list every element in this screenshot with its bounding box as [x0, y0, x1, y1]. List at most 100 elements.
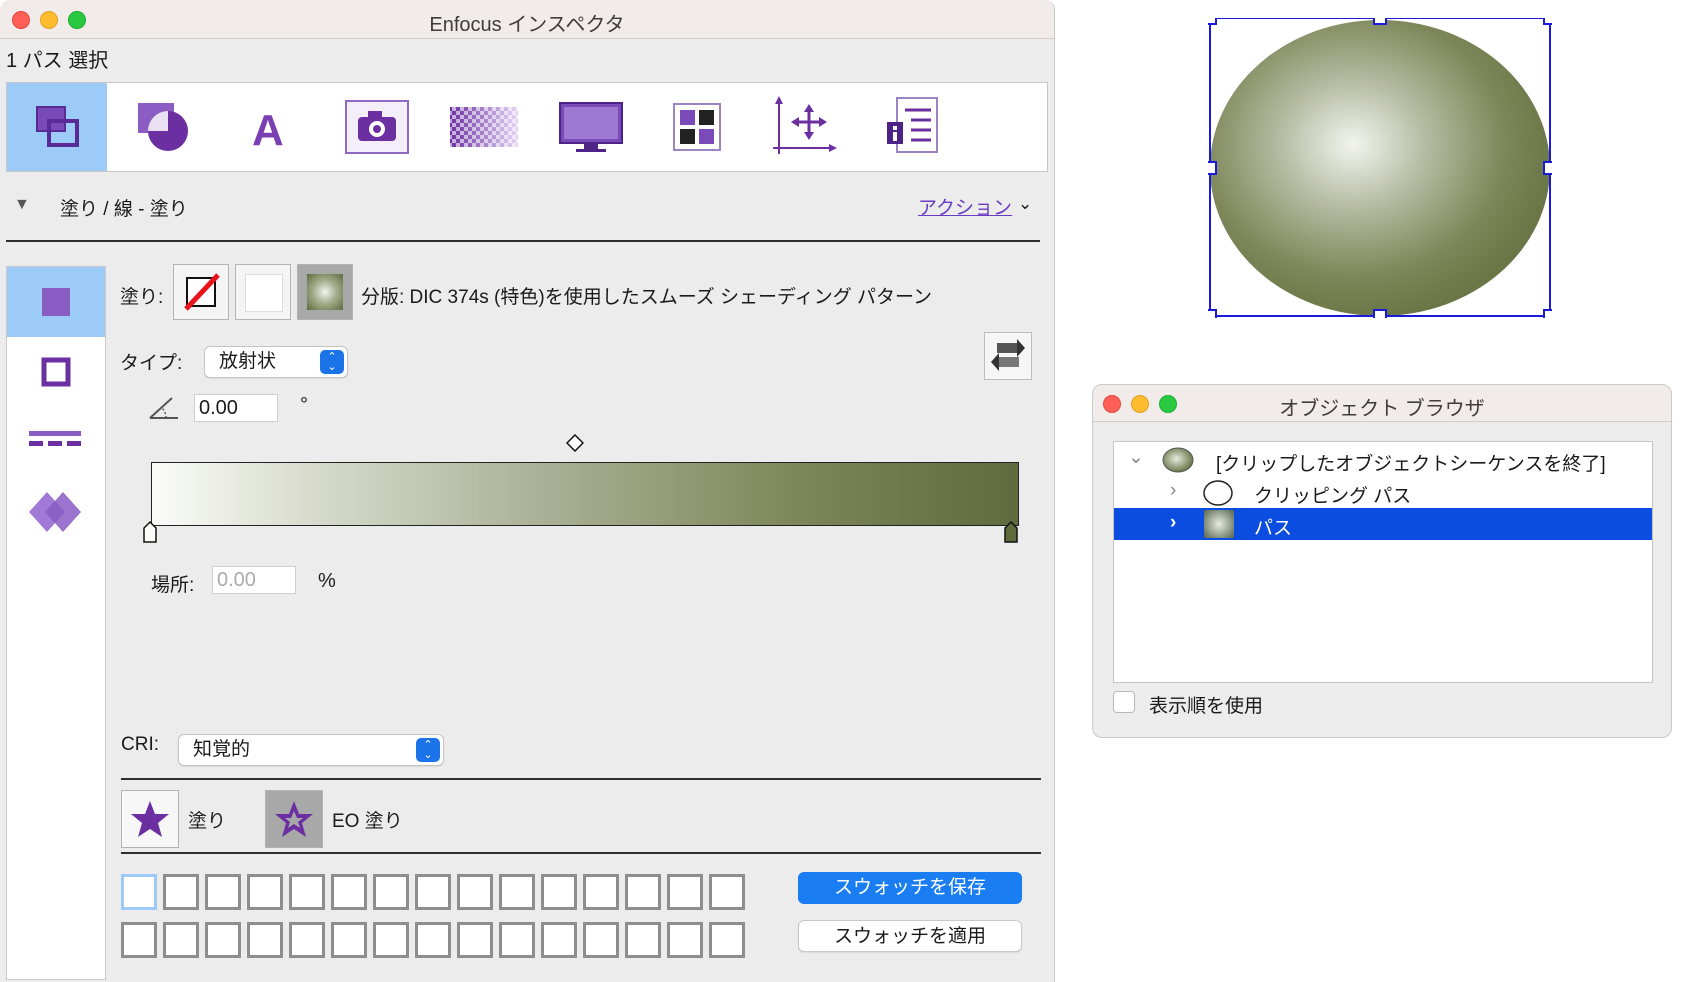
shaded-ellipse	[1210, 20, 1550, 316]
swatch-slot[interactable]	[457, 922, 493, 958]
fill-rule-nonzero-label: 塗り	[188, 811, 227, 832]
display-icon	[559, 102, 623, 152]
swatch-slot[interactable]	[331, 922, 367, 958]
save-swatch-button[interactable]: スウォッチを保存	[798, 872, 1022, 904]
window-title: オブジェクト ブラウザ	[1279, 398, 1485, 420]
chevron-down-icon[interactable]: ⌄	[1128, 446, 1144, 469]
tree-row[interactable]: › クリッピング パス	[1114, 476, 1652, 508]
type-label: タイプ:	[120, 353, 183, 374]
swatch-slot[interactable]	[541, 922, 577, 958]
swatch-slot[interactable]	[499, 922, 535, 958]
inspector-window: Enfocus インスペクタ 1 パス 選択 A ▼ 塗り / 線 - 塗り ア…	[0, 0, 1055, 982]
chevron-right-icon[interactable]: ›	[1170, 512, 1176, 534]
handle-bottom-left[interactable]	[1208, 309, 1217, 318]
handle-top-left[interactable]	[1208, 18, 1217, 25]
display-order-label: 表示順を使用	[1149, 696, 1264, 717]
tool-transparency[interactable]	[434, 83, 534, 171]
gradient-ramp[interactable]	[151, 462, 1019, 526]
tool-fill-stroke[interactable]	[7, 83, 107, 171]
selected-path-object[interactable]	[1208, 18, 1552, 318]
tool-grid[interactable]	[647, 83, 747, 171]
dash-tab-icon	[29, 431, 81, 446]
object-tree: ⌄ [クリップしたオブジェクトシーケンスを終了] › クリッピング パス › パ…	[1113, 441, 1653, 683]
action-link[interactable]: アクション	[918, 193, 1012, 220]
handle-middle-right[interactable]	[1543, 161, 1552, 175]
tree-row-label: クリッピング パス	[1254, 486, 1412, 507]
display-order-checkbox[interactable]	[1113, 691, 1135, 713]
swatch-slot[interactable]	[289, 922, 325, 958]
location-input[interactable]: 0.00	[212, 566, 296, 594]
handle-middle-left[interactable]	[1208, 161, 1217, 175]
tree-row[interactable]: ⌄ [クリップしたオブジェクトシーケンスを終了]	[1114, 444, 1652, 476]
swatch-slot[interactable]	[205, 874, 241, 910]
cri-popup[interactable]: 知覚的 ⌃ ⌄	[178, 734, 444, 766]
chevron-right-icon[interactable]: ›	[1170, 480, 1176, 502]
swatch-slot[interactable]	[163, 874, 199, 910]
fill-rule-eo-button[interactable]	[265, 790, 323, 848]
tool-shape[interactable]	[114, 83, 214, 171]
swatch-slot[interactable]	[247, 874, 283, 910]
transparency-icon	[450, 107, 518, 147]
swatch-slot[interactable]	[373, 922, 409, 958]
shape-icon	[138, 103, 188, 151]
fill-rule-nonzero-button[interactable]	[121, 790, 179, 848]
tab-overprint[interactable]	[7, 477, 105, 547]
gradient-stop-end-icon[interactable]	[1003, 520, 1019, 544]
swap-colors-button[interactable]	[984, 332, 1032, 380]
window-title: Enfocus インスペクタ	[429, 14, 625, 36]
save-swatch-label: スウォッチを保存	[833, 877, 986, 898]
collapse-triangle-icon[interactable]: ▼	[14, 196, 30, 214]
swatch-slot[interactable]	[667, 922, 703, 958]
handle-top-right[interactable]	[1543, 18, 1552, 25]
stepper-icon: ⌃ ⌄	[320, 350, 344, 374]
tool-text[interactable]: A	[220, 83, 320, 171]
swatch-slot[interactable]	[709, 922, 745, 958]
handle-bottom-right[interactable]	[1543, 309, 1552, 318]
tool-image[interactable]	[327, 83, 427, 171]
tab-dash[interactable]	[7, 407, 105, 477]
tab-stroke[interactable]	[7, 337, 105, 407]
swatch-slot[interactable]	[583, 922, 619, 958]
fill-rule-divider	[121, 852, 1041, 854]
apply-swatch-button[interactable]: スウォッチを適用	[798, 920, 1022, 952]
swatch-slot[interactable]	[583, 874, 619, 910]
swatch-slot[interactable]	[121, 874, 157, 910]
tree-row-selected[interactable]: › パス	[1114, 508, 1652, 540]
fill-solid-button[interactable]	[235, 264, 291, 320]
swatch-slot[interactable]	[667, 874, 703, 910]
swatch-slot[interactable]	[205, 922, 241, 958]
swatch-slot[interactable]	[373, 874, 409, 910]
swatch-slot[interactable]	[709, 874, 745, 910]
swatch-slot[interactable]	[163, 922, 199, 958]
cri-label: CRI:	[121, 734, 159, 755]
tool-display[interactable]	[541, 83, 641, 171]
swatch-slot[interactable]	[331, 874, 367, 910]
handle-top-center[interactable]	[1373, 18, 1387, 25]
handle-bottom-center[interactable]	[1373, 309, 1387, 318]
swatch-slot[interactable]	[499, 874, 535, 910]
swatch-slot[interactable]	[289, 874, 325, 910]
swatch-slot[interactable]	[541, 874, 577, 910]
angle-input[interactable]: 0.00	[194, 394, 278, 422]
type-popup[interactable]: 放射状 ⌃ ⌄	[204, 346, 348, 378]
swatch-slot[interactable]	[625, 874, 661, 910]
tool-position[interactable]	[754, 83, 854, 171]
section-divider	[6, 240, 1040, 242]
midpoint-diamond-icon[interactable]	[566, 434, 584, 452]
text-icon: A	[252, 106, 284, 151]
swatch-slot[interactable]	[247, 922, 283, 958]
angle-icon	[149, 397, 178, 419]
tab-fill[interactable]	[7, 267, 105, 337]
chevron-down-icon[interactable]: ⌄	[1018, 194, 1032, 214]
location-label: 場所:	[151, 575, 195, 596]
fill-gradient-button[interactable]	[297, 264, 353, 320]
swatch-slot[interactable]	[457, 874, 493, 910]
fill-none-button[interactable]	[173, 264, 229, 320]
tool-info[interactable]	[861, 83, 961, 171]
swatch-slot[interactable]	[121, 922, 157, 958]
gradient-stop-start-icon[interactable]	[142, 520, 158, 544]
swatch-slot[interactable]	[415, 874, 451, 910]
swatch-slot[interactable]	[625, 922, 661, 958]
action-link-label: アクション	[918, 198, 1013, 219]
swatch-slot[interactable]	[415, 922, 451, 958]
